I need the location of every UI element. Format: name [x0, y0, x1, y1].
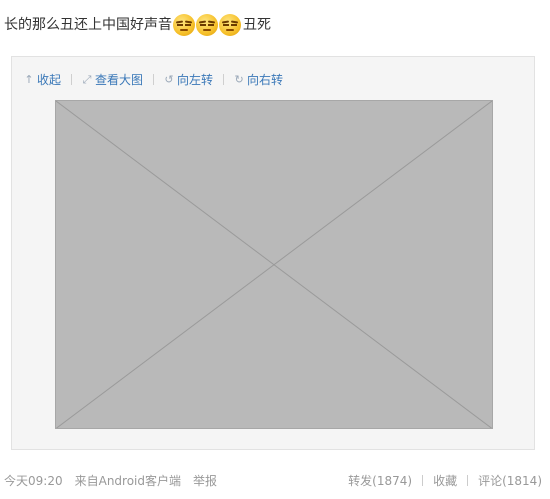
post-photo[interactable]	[55, 100, 493, 429]
collapse-label: 收起	[37, 73, 62, 87]
emoji-group	[173, 14, 242, 36]
post-actions: 转发(1874) 收藏 评论(1814)	[348, 472, 542, 489]
rotate-left-label: 向左转	[177, 73, 214, 87]
post-text-tail: 丑死	[243, 17, 271, 33]
report-link[interactable]: 举报	[193, 472, 217, 489]
post-text: 长的那么丑还上中国好声音 丑死	[4, 12, 271, 38]
image-placeholder-icon	[56, 101, 492, 429]
view-large-button[interactable]: ⤢ 查看大图	[82, 71, 143, 88]
collapse-button[interactable]: ↑ 收起	[24, 71, 61, 88]
rotate-right-button[interactable]: ↻ 向右转	[234, 71, 283, 88]
repost-button[interactable]: 转发(1874)	[348, 472, 412, 489]
source-prefix: 来自	[74, 473, 99, 488]
post-time-link[interactable]: 今天09:20	[4, 472, 63, 489]
rotate-right-label: 向右转	[247, 73, 284, 87]
toolbar-divider	[153, 74, 155, 85]
comment-button[interactable]: 评论(1814)	[478, 472, 542, 489]
neutral-face-icon	[219, 14, 241, 36]
rotate-left-button[interactable]: ↺ 向左转	[164, 71, 213, 88]
view-large-label: 查看大图	[95, 73, 144, 87]
neutral-face-icon	[196, 14, 218, 36]
favorite-button[interactable]: 收藏	[433, 472, 457, 489]
post-footer: 今天09:20 来自Android客户端 举报 转发(1874) 收藏 评论(1…	[4, 471, 542, 489]
source-link[interactable]: Android客户端	[99, 474, 181, 488]
toolbar-divider	[223, 74, 225, 85]
rotate-left-icon: ↺	[164, 73, 174, 86]
action-divider	[422, 474, 424, 486]
arrow-up-icon: ↑	[24, 73, 34, 86]
action-divider	[467, 474, 469, 486]
post-text-main: 长的那么丑还上中国好声音	[4, 17, 172, 33]
neutral-face-icon	[173, 14, 195, 36]
media-toolbar: ↑ 收起 ⤢ 查看大图 ↺ 向左转 ↻ 向右转	[24, 71, 283, 88]
zoom-icon: ⤢	[82, 72, 92, 86]
media-card: ↑ 收起 ⤢ 查看大图 ↺ 向左转 ↻ 向右转	[11, 56, 535, 450]
toolbar-divider	[71, 74, 73, 85]
post-source: 来自Android客户端	[75, 472, 181, 489]
post-meta: 今天09:20 来自Android客户端 举报	[4, 472, 217, 489]
rotate-right-icon: ↻	[234, 73, 244, 86]
